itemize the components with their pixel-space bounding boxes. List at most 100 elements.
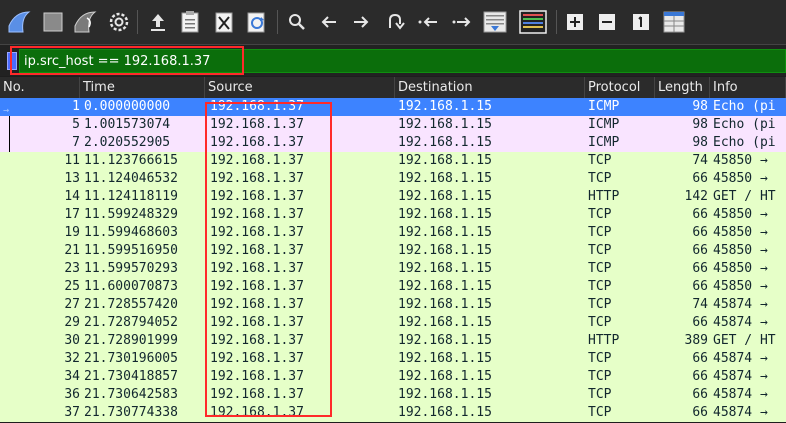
cell-time: 11.599516950 [84, 243, 178, 258]
table-row[interactable]: 30 21.728901999 192.168.1.37 192.168.1.15 HT… [0, 332, 786, 350]
cell-source: 192.168.1.37 [210, 387, 304, 402]
cell-destination: 192.168.1.15 [398, 99, 492, 114]
column-header-source[interactable]: Source [205, 77, 395, 98]
cell-length: 66 [692, 243, 708, 258]
shark-fin-start-icon[interactable] [6, 9, 34, 35]
packet-list: → 1 0.000000000 192.168.1.37 192.168.1.15 ICM… [0, 98, 786, 423]
cell-protocol: TCP [588, 315, 612, 330]
cell-protocol: ICMP [588, 135, 620, 150]
toolbar-separator [556, 10, 557, 34]
table-row[interactable]: 17 11.599248329 192.168.1.37 192.168.1.15 TC… [0, 206, 786, 224]
cell-destination: 192.168.1.15 [398, 207, 492, 222]
cell-info: GET / HT [713, 189, 776, 204]
cell-no: 36 [64, 387, 80, 402]
cell-info: 45850 → [713, 207, 768, 222]
column-header-length[interactable]: Length [655, 77, 710, 98]
column-header-destination[interactable]: Destination [395, 77, 585, 98]
table-row[interactable]: 29 21.728794052 192.168.1.37 192.168.1.15 TC… [0, 314, 786, 332]
cell-time: 21.730774338 [84, 405, 178, 420]
normal-size-icon[interactable] [630, 9, 652, 35]
table-row[interactable]: → 1 0.000000000 192.168.1.37 192.168.1.15 ICM… [0, 98, 786, 116]
cell-no: 21 [64, 243, 80, 258]
cell-protocol: TCP [588, 225, 612, 240]
column-header-info[interactable]: Info [710, 77, 786, 98]
cell-time: 21.728901999 [84, 333, 178, 348]
cell-no: 14 [64, 189, 80, 204]
cell-info: 45850 → [713, 153, 768, 168]
cell-source: 192.168.1.37 [210, 405, 304, 420]
table-row[interactable]: 23 11.599570293 192.168.1.37 192.168.1.15 TC… [0, 260, 786, 278]
cell-no: 25 [64, 279, 80, 294]
cell-source: 192.168.1.37 [210, 279, 304, 294]
table-row[interactable]: 34 21.730418857 192.168.1.37 192.168.1.15 TC… [0, 368, 786, 386]
cell-length: 66 [692, 351, 708, 366]
table-row[interactable]: 19 11.599468603 192.168.1.37 192.168.1.15 TC… [0, 224, 786, 242]
cell-protocol: ICMP [588, 117, 620, 132]
cell-no: 5 [72, 117, 80, 132]
table-row[interactable]: 27 21.728557420 192.168.1.37 192.168.1.15 TC… [0, 296, 786, 314]
display-filter-input[interactable] [19, 49, 786, 73]
table-row[interactable]: 21 11.599516950 192.168.1.37 192.168.1.15 TC… [0, 242, 786, 260]
stop-icon[interactable] [40, 9, 66, 35]
cell-no: 13 [64, 171, 80, 186]
table-row[interactable]: 7 2.020552905 192.168.1.37 192.168.1.15 ICMP… [0, 134, 786, 152]
cell-length: 74 [692, 297, 708, 312]
cell-protocol: ICMP [588, 99, 620, 114]
cell-no: 1 [72, 99, 80, 114]
cell-source: 192.168.1.37 [210, 207, 304, 222]
cell-source: 192.168.1.37 [210, 333, 304, 348]
bookmark-icon[interactable] [7, 52, 17, 70]
options-gear-icon[interactable] [106, 9, 132, 35]
cell-time: 11.124118119 [84, 189, 178, 204]
shark-fin-restart-icon[interactable] [72, 9, 100, 35]
cell-length: 98 [692, 117, 708, 132]
table-row[interactable]: 14 11.124118119 192.168.1.37 192.168.1.15 HT… [0, 188, 786, 206]
cell-no: 19 [64, 225, 80, 240]
cell-time: 11.599468603 [84, 225, 178, 240]
go-forward-icon[interactable] [350, 9, 372, 35]
cell-source: 192.168.1.37 [210, 315, 304, 330]
column-header-protocol[interactable]: Protocol [585, 77, 655, 98]
zoom-in-icon[interactable] [564, 9, 586, 35]
resize-columns-icon[interactable] [662, 9, 686, 35]
cell-source: 192.168.1.37 [210, 225, 304, 240]
cell-protocol: TCP [588, 207, 612, 222]
find-icon[interactable] [286, 9, 308, 35]
table-row[interactable]: 5 1.001573074 192.168.1.37 192.168.1.15 ICMP… [0, 116, 786, 134]
reload-icon[interactable] [244, 9, 270, 35]
autoscroll-icon[interactable] [482, 9, 508, 35]
colorize-icon[interactable] [518, 9, 548, 35]
cell-info: 45874 → [713, 315, 768, 330]
table-row[interactable]: 11 11.123766615 192.168.1.37 192.168.1.15 TC… [0, 152, 786, 170]
close-file-icon[interactable] [212, 9, 236, 35]
cell-length: 66 [692, 171, 708, 186]
column-header-time[interactable]: Time [80, 77, 205, 98]
cell-length: 98 [692, 99, 708, 114]
cell-time: 21.730642583 [84, 387, 178, 402]
last-packet-icon[interactable] [450, 9, 474, 35]
table-row[interactable]: 25 11.600070873 192.168.1.37 192.168.1.15 TC… [0, 278, 786, 296]
table-row[interactable]: 37 21.730774338 192.168.1.37 192.168.1.15 TC… [0, 404, 786, 422]
go-to-packet-icon[interactable] [384, 9, 406, 35]
cell-length: 66 [692, 387, 708, 402]
cell-length: 142 [684, 189, 708, 204]
open-file-icon[interactable] [146, 9, 170, 35]
cell-length: 66 [692, 225, 708, 240]
cell-destination: 192.168.1.15 [398, 315, 492, 330]
column-header-no[interactable]: No. [0, 77, 80, 98]
cell-source: 192.168.1.37 [210, 135, 304, 150]
cell-destination: 192.168.1.15 [398, 351, 492, 366]
cell-source: 192.168.1.37 [210, 153, 304, 168]
table-row[interactable]: 13 11.124046532 192.168.1.37 192.168.1.15 TC… [0, 170, 786, 188]
cell-protocol: TCP [588, 243, 612, 258]
table-row[interactable]: 36 21.730642583 192.168.1.37 192.168.1.15 TC… [0, 386, 786, 404]
table-row[interactable]: 32 21.730196005 192.168.1.37 192.168.1.15 TC… [0, 350, 786, 368]
cell-no: 29 [64, 315, 80, 330]
cell-destination: 192.168.1.15 [398, 333, 492, 348]
first-packet-icon[interactable] [416, 9, 440, 35]
go-back-icon[interactable] [318, 9, 340, 35]
save-file-icon[interactable] [178, 9, 202, 35]
cell-time: 21.728557420 [84, 297, 178, 312]
zoom-out-icon[interactable] [596, 9, 618, 35]
cell-protocol: TCP [588, 369, 612, 384]
